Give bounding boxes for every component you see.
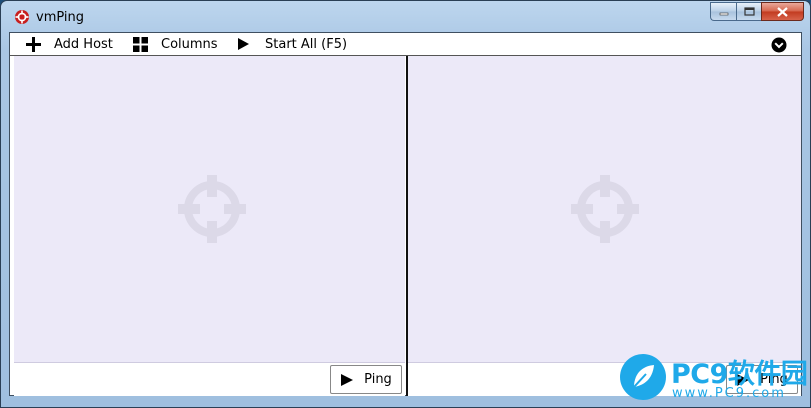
toolbar: Add Host Columns Start All (F5) bbox=[10, 33, 801, 56]
minimize-button[interactable] bbox=[710, 2, 736, 21]
add-host-label: Add Host bbox=[54, 36, 113, 52]
plus-icon bbox=[26, 36, 41, 52]
caption-buttons bbox=[710, 2, 804, 21]
close-icon bbox=[777, 6, 788, 17]
window-title: vmPing bbox=[36, 10, 85, 25]
host-status-display bbox=[408, 56, 801, 363]
logo-domain-text: www.PC9.com bbox=[672, 386, 786, 401]
maximize-button[interactable] bbox=[736, 2, 761, 21]
play-icon bbox=[341, 373, 354, 386]
leaf-icon bbox=[633, 365, 654, 388]
host-panel-2: Ping bbox=[408, 56, 801, 396]
hostname-input[interactable] bbox=[18, 367, 332, 393]
columns-label: Columns bbox=[161, 36, 218, 52]
minimize-icon bbox=[719, 12, 728, 15]
columns-button[interactable]: Columns bbox=[132, 33, 218, 55]
maximize-icon bbox=[743, 7, 755, 16]
crosshair-icon bbox=[15, 10, 29, 24]
ping-button[interactable]: Ping bbox=[330, 365, 402, 394]
crosshair-icon bbox=[571, 175, 639, 243]
grid-icon bbox=[133, 36, 148, 52]
crosshair-icon bbox=[178, 175, 246, 243]
site-watermark-logo: PC9软件园 www.PC9.com bbox=[620, 352, 811, 408]
chevron-down-circle-icon[interactable] bbox=[771, 37, 787, 53]
logo-badge bbox=[620, 354, 666, 400]
app-window: vmPing Add Host Columns Start All (F5) P… bbox=[0, 0, 811, 408]
start-all-button[interactable]: Start All (F5) bbox=[236, 33, 347, 55]
start-all-label: Start All (F5) bbox=[265, 36, 348, 52]
main-client-area: Add Host Columns Start All (F5) Ping Pin… bbox=[9, 32, 802, 396]
ping-button-label: Ping bbox=[364, 372, 392, 387]
host-panel-1: Ping bbox=[14, 56, 405, 396]
close-button[interactable] bbox=[761, 2, 804, 21]
title-bar[interactable]: vmPing bbox=[1, 1, 810, 33]
add-host-button[interactable]: Add Host bbox=[25, 33, 113, 55]
host-status-display bbox=[14, 56, 405, 363]
play-icon bbox=[238, 38, 249, 50]
host-input-bar: Ping bbox=[14, 363, 405, 396]
